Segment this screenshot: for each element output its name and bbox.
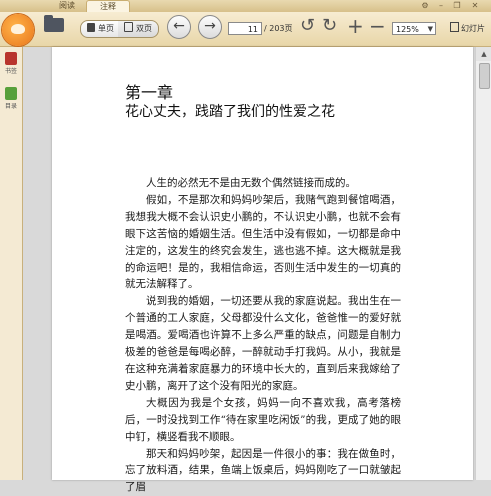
slideshow-icon — [450, 22, 459, 32]
sidebar: 书签 目录 — [0, 47, 23, 480]
scroll-thumb[interactable] — [479, 63, 490, 89]
double-page-label: 双页 — [136, 24, 152, 33]
close-icon[interactable]: ✕ — [470, 1, 480, 11]
open-folder-icon[interactable] — [44, 18, 64, 32]
app-logo[interactable] — [2, 14, 34, 46]
slideshow-label: 幻灯片 — [461, 24, 485, 33]
settings-icon[interactable]: ⚙ — [420, 1, 430, 11]
paragraph: 人生的必然无不是由无数个偶然链接而成的。 — [125, 175, 401, 192]
sidebar-item-label: 书签 — [5, 68, 17, 75]
rotate-right-icon[interactable]: ↻ — [322, 16, 337, 36]
chapter-heading: 第一章 — [125, 79, 173, 103]
chapter-title: 花心丈夫，践踏了我们的性爱之花 — [125, 101, 335, 121]
paragraph: 说到我的婚姻，一切还要从我的家庭说起。我出生在一个普通的工人家庭，父母都没什么文… — [125, 293, 401, 394]
bookmark-icon — [5, 52, 17, 65]
paragraph: 大概因为我是个女孩，妈妈一向不喜欢我，高考落榜后，一时没找到工作“待在家里吃闲饭… — [125, 395, 401, 446]
single-page-button[interactable]: 单页 — [80, 20, 120, 38]
zoom-select[interactable]: 125% ▼ — [392, 22, 436, 35]
scroll-up-icon[interactable]: ▲ — [476, 47, 491, 61]
toc-icon — [5, 87, 17, 100]
paragraph: 假如，不是那次和妈妈吵架后，我赌气跑到餐馆喝酒，我想我大概不会认识史小鹏的，不认… — [125, 192, 401, 293]
minimize-icon[interactable]: – — [436, 1, 446, 11]
vertical-scrollbar[interactable]: ▲ — [475, 47, 491, 480]
tab-read[interactable]: 阅读 — [50, 0, 84, 12]
previous-page-button[interactable]: ← — [167, 15, 191, 39]
page-body: 人生的必然无不是由无数个偶然链接而成的。 假如，不是那次和妈妈吵架后，我赌气跑到… — [125, 175, 401, 496]
single-page-label: 单页 — [98, 24, 114, 33]
document-page: 第一章 花心丈夫，践踏了我们的性爱之花 人生的必然无不是由无数个偶然链接而成的。… — [52, 47, 473, 480]
tab-strip: 阅读 注释 ⚙ – ❐ ✕ — [0, 0, 491, 12]
zoom-out-icon[interactable]: − — [369, 16, 386, 36]
tab-notes[interactable]: 注释 — [86, 0, 130, 12]
restore-icon[interactable]: ❐ — [452, 1, 462, 11]
chevron-down-icon: ▼ — [428, 23, 433, 36]
page-number-input[interactable]: 11 — [228, 22, 262, 35]
zoom-in-icon[interactable]: + — [347, 16, 364, 36]
sidebar-item-toc[interactable]: 目录 — [3, 87, 19, 110]
slideshow-button[interactable]: 幻灯片 — [450, 22, 485, 35]
rotate-left-icon[interactable]: ↺ — [300, 16, 315, 36]
paragraph: 那天和妈妈吵架，起因是一件很小的事：我在做鱼时，忘了放料酒，结果，鱼端上饭桌后，… — [125, 446, 401, 496]
sidebar-item-label: 目录 — [5, 103, 17, 110]
next-page-button[interactable]: → — [198, 15, 222, 39]
page-total: / 203页 — [264, 22, 293, 35]
double-page-button[interactable]: 双页 — [118, 20, 159, 38]
single-page-icon — [87, 23, 95, 32]
double-page-icon — [124, 22, 133, 32]
sidebar-item-bookmark[interactable]: 书签 — [3, 52, 19, 75]
zoom-value: 125% — [396, 25, 419, 34]
